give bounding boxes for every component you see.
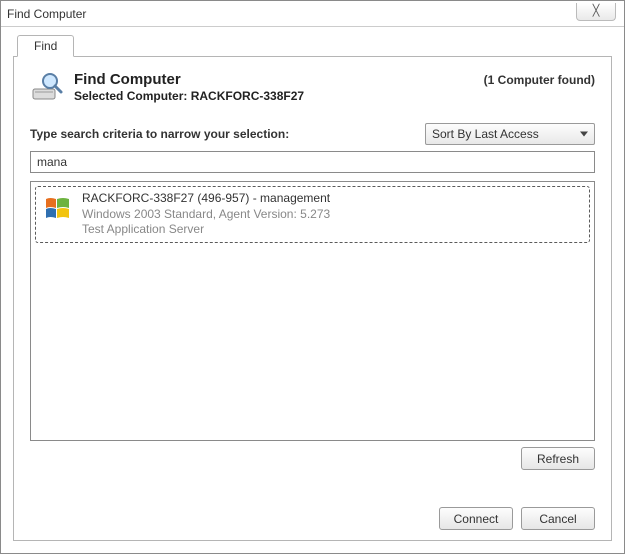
- tab-page-find: Find Computer Selected Computer: RACKFOR…: [13, 56, 612, 541]
- result-subtitle: Windows 2003 Standard, Agent Version: 5.…: [82, 207, 583, 223]
- chevron-down-icon: [580, 132, 588, 137]
- selected-value: RACKFORC-338F27: [191, 89, 304, 103]
- selected-prefix: Selected Computer:: [74, 89, 191, 103]
- criteria-row: Type search criteria to narrow your sele…: [30, 123, 595, 145]
- results-list[interactable]: RACKFORC-338F27 (496-957) - management W…: [30, 181, 595, 441]
- connect-button[interactable]: Connect: [439, 507, 513, 530]
- search-input[interactable]: [30, 151, 595, 173]
- sort-by-selected: Sort By Last Access: [432, 127, 539, 141]
- tab-find-label: Find: [34, 39, 57, 53]
- result-text: RACKFORC-338F27 (496-957) - management W…: [82, 191, 583, 238]
- window-title: Find Computer: [7, 7, 86, 21]
- found-count: (1 Computer found): [484, 71, 595, 87]
- result-row[interactable]: RACKFORC-338F27 (496-957) - management W…: [35, 186, 590, 243]
- refresh-row: Refresh: [30, 447, 595, 470]
- tab-find[interactable]: Find: [17, 35, 74, 57]
- windows-logo-icon: [42, 193, 74, 225]
- tab-strip: Find: [13, 35, 612, 57]
- selected-computer-label: Selected Computer: RACKFORC-338F27: [74, 89, 474, 103]
- criteria-label: Type search criteria to narrow your sele…: [30, 127, 417, 141]
- window-close-button[interactable]: ╳: [576, 3, 616, 21]
- cancel-button[interactable]: Cancel: [521, 507, 595, 530]
- sort-by-dropdown[interactable]: Sort By Last Access: [425, 123, 595, 145]
- result-title: RACKFORC-338F27 (496-957) - management: [82, 191, 583, 207]
- header-text: Find Computer Selected Computer: RACKFOR…: [74, 71, 474, 103]
- find-computer-window: Find Computer ╳ Find: [0, 0, 625, 554]
- titlebar: Find Computer ╳: [1, 1, 624, 27]
- page-title: Find Computer: [74, 71, 474, 88]
- footer-buttons: Connect Cancel: [439, 507, 595, 530]
- search-computer-icon: [30, 71, 64, 105]
- client-area: Find Find Computer Selected Computer: RA: [13, 35, 612, 541]
- header-row: Find Computer Selected Computer: RACKFOR…: [30, 71, 595, 111]
- result-description: Test Application Server: [82, 222, 583, 238]
- close-icon: ╳: [593, 5, 600, 17]
- refresh-button[interactable]: Refresh: [521, 447, 595, 470]
